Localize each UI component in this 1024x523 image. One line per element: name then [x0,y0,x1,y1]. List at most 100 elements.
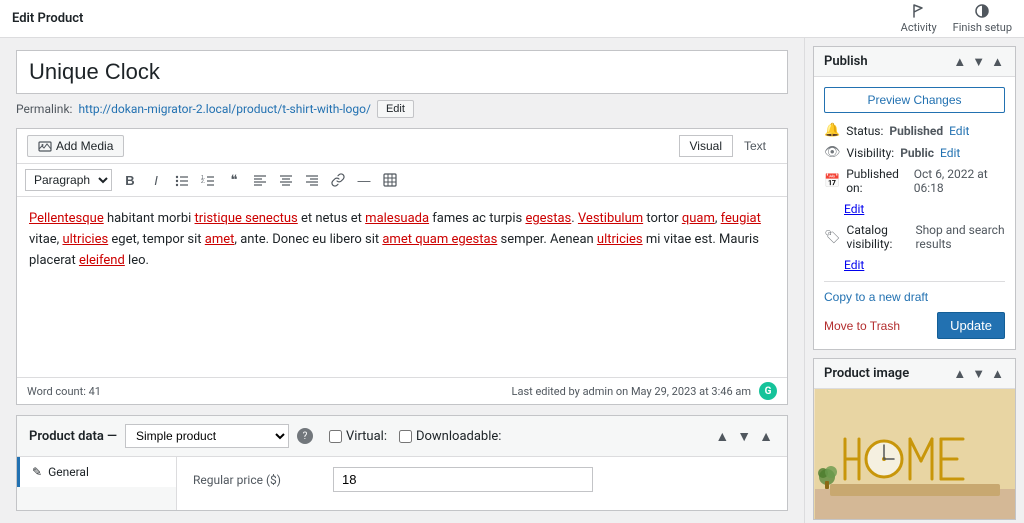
product-image-placeholder [814,389,1015,519]
virtual-checkbox[interactable] [329,430,342,443]
content-link-amet1[interactable]: amet [205,232,235,247]
product-data-up[interactable]: ▲ [713,428,731,444]
link-button[interactable] [326,168,350,192]
publish-up[interactable]: ▲ [952,54,967,69]
product-data-arrows: ▲ ▼ ▲ [713,428,775,444]
catalog-value: Shop and search results [915,223,1005,251]
content-area: Permalink: http://dokan-migrator-2.local… [0,38,804,523]
align-left-icon [253,173,267,187]
content-link-ultricies1[interactable]: ultricies [62,232,108,247]
tab-text[interactable]: Text [733,135,777,157]
published-edit-link[interactable]: Edit [844,202,864,216]
move-to-trash-button[interactable]: Move to Trash [824,319,900,333]
status-icon: 🔔 [824,123,840,138]
ordered-list-button[interactable]: 1. 2. [196,168,220,192]
copy-draft-button[interactable]: Copy to a new draft [824,290,928,304]
product-type-select[interactable]: Simple product Grouped product External/… [125,424,289,448]
table-button[interactable] [378,168,402,192]
publish-down[interactable]: ▼ [971,54,986,69]
more-button[interactable]: — [352,168,376,192]
visibility-icon: 👁 [824,145,841,160]
activity-button[interactable]: Activity [901,3,937,34]
grammarly-icon: G [759,382,777,400]
blockquote-button[interactable]: ❝ [222,168,246,192]
content-link-tristique[interactable]: tristique senectus [195,211,298,226]
content-link-quam[interactable]: quam [682,211,715,226]
calendar-icon: 📅 [824,174,840,189]
content-link-amet2[interactable]: amet quam egestas [382,232,497,247]
product-image-arrows: ▲ ▼ ▲ [952,366,1005,381]
format-toolbar: Paragraph B I 1. [17,164,787,197]
finish-setup-label: Finish setup [953,21,1012,34]
visibility-edit-link[interactable]: Edit [940,146,960,160]
permalink-edit-button[interactable]: Edit [377,100,414,118]
content-paragraph: Pellentesque habitant morbi tristique se… [29,209,775,271]
general-tab-icon: ✎ [32,465,42,479]
top-bar-actions: Activity Finish setup [901,3,1012,34]
editor-footer: Word count: 41 Last edited by admin on M… [17,377,787,404]
content-link-ultricies2[interactable]: ultricies [597,232,643,247]
product-image-down[interactable]: ▼ [971,366,986,381]
catalog-label: Catalog visibility: [847,223,910,251]
preview-changes-button[interactable]: Preview Changes [824,87,1005,113]
permalink-url[interactable]: http://dokan-migrator-2.local/product/t-… [78,102,371,116]
align-right-button[interactable] [300,168,324,192]
content-link-egestas1[interactable]: egestas [525,211,571,226]
regular-price-input[interactable] [333,467,593,492]
permalink-label: Permalink: [16,102,72,116]
publish-box: Publish ▲ ▼ ▲ Preview Changes 🔔 Status: … [813,46,1016,350]
publish-divider [824,281,1005,282]
align-left-button[interactable] [248,168,272,192]
product-image-svg [815,389,1015,519]
virtual-downloadable: Virtual: Downloadable: [329,429,501,444]
published-label: Published on: [846,167,908,195]
top-bar: Edit Product Activity Finish setup [0,0,1024,38]
virtual-label: Virtual: [329,429,387,444]
content-link-feugiat[interactable]: feugiat [721,211,761,226]
help-icon[interactable]: ? [297,428,313,444]
finish-setup-button[interactable]: Finish setup [953,3,1012,34]
product-data-box: Product data — Simple product Grouped pr… [16,415,788,511]
content-link-malesuada[interactable]: malesuada [365,211,429,226]
regular-price-label: Regular price ($) [193,473,333,487]
tab-general[interactable]: ✎ General [17,457,176,487]
bold-button[interactable]: B [118,168,142,192]
align-center-button[interactable] [274,168,298,192]
content-link-vestibulum[interactable]: Vestibulum [578,211,643,226]
product-image-content[interactable] [814,389,1015,519]
visibility-row: 👁 Visibility: Public Edit [824,145,1005,160]
publish-actions: Move to Trash Update [824,308,1005,339]
add-media-button[interactable]: Add Media [27,135,124,157]
product-data-label: Product data — [29,429,117,444]
editor-toolbar-top: Add Media Visual Text [17,129,787,164]
content-link-eleifend[interactable]: eleifend [79,253,125,268]
catalog-icon: 🏷 [824,230,841,245]
activity-label: Activity [901,21,937,34]
product-image-collapse[interactable]: ▲ [990,366,1005,381]
tab-visual[interactable]: Visual [679,135,733,157]
publish-content: Preview Changes 🔔 Status: Published Edit… [814,77,1015,349]
publish-collapse[interactable]: ▲ [990,54,1005,69]
svg-text:2.: 2. [201,179,205,185]
publish-arrows: ▲ ▼ ▲ [952,54,1005,69]
catalog-edit-link[interactable]: Edit [844,258,864,272]
editor-content[interactable]: Pellentesque habitant morbi tristique se… [17,197,787,377]
flag-icon [911,3,927,19]
status-edit-link[interactable]: Edit [949,124,969,138]
product-data-collapse[interactable]: ▲ [757,428,775,444]
table-icon [383,173,397,187]
permalink-row: Permalink: http://dokan-migrator-2.local… [16,100,788,118]
format-select[interactable]: Paragraph [25,169,112,191]
unordered-list-button[interactable] [170,168,194,192]
content-link-pellentesque[interactable]: Pellentesque [29,211,104,226]
product-image-up[interactable]: ▲ [952,366,967,381]
post-title-input[interactable] [16,50,788,94]
align-center-icon [279,173,293,187]
downloadable-checkbox[interactable] [399,430,412,443]
visibility-value: Public [900,146,934,160]
general-tab-label: General [48,465,89,479]
italic-button[interactable]: I [144,168,168,192]
product-image-header: Product image ▲ ▼ ▲ [814,359,1015,389]
update-button[interactable]: Update [937,312,1005,339]
product-data-down[interactable]: ▼ [735,428,753,444]
